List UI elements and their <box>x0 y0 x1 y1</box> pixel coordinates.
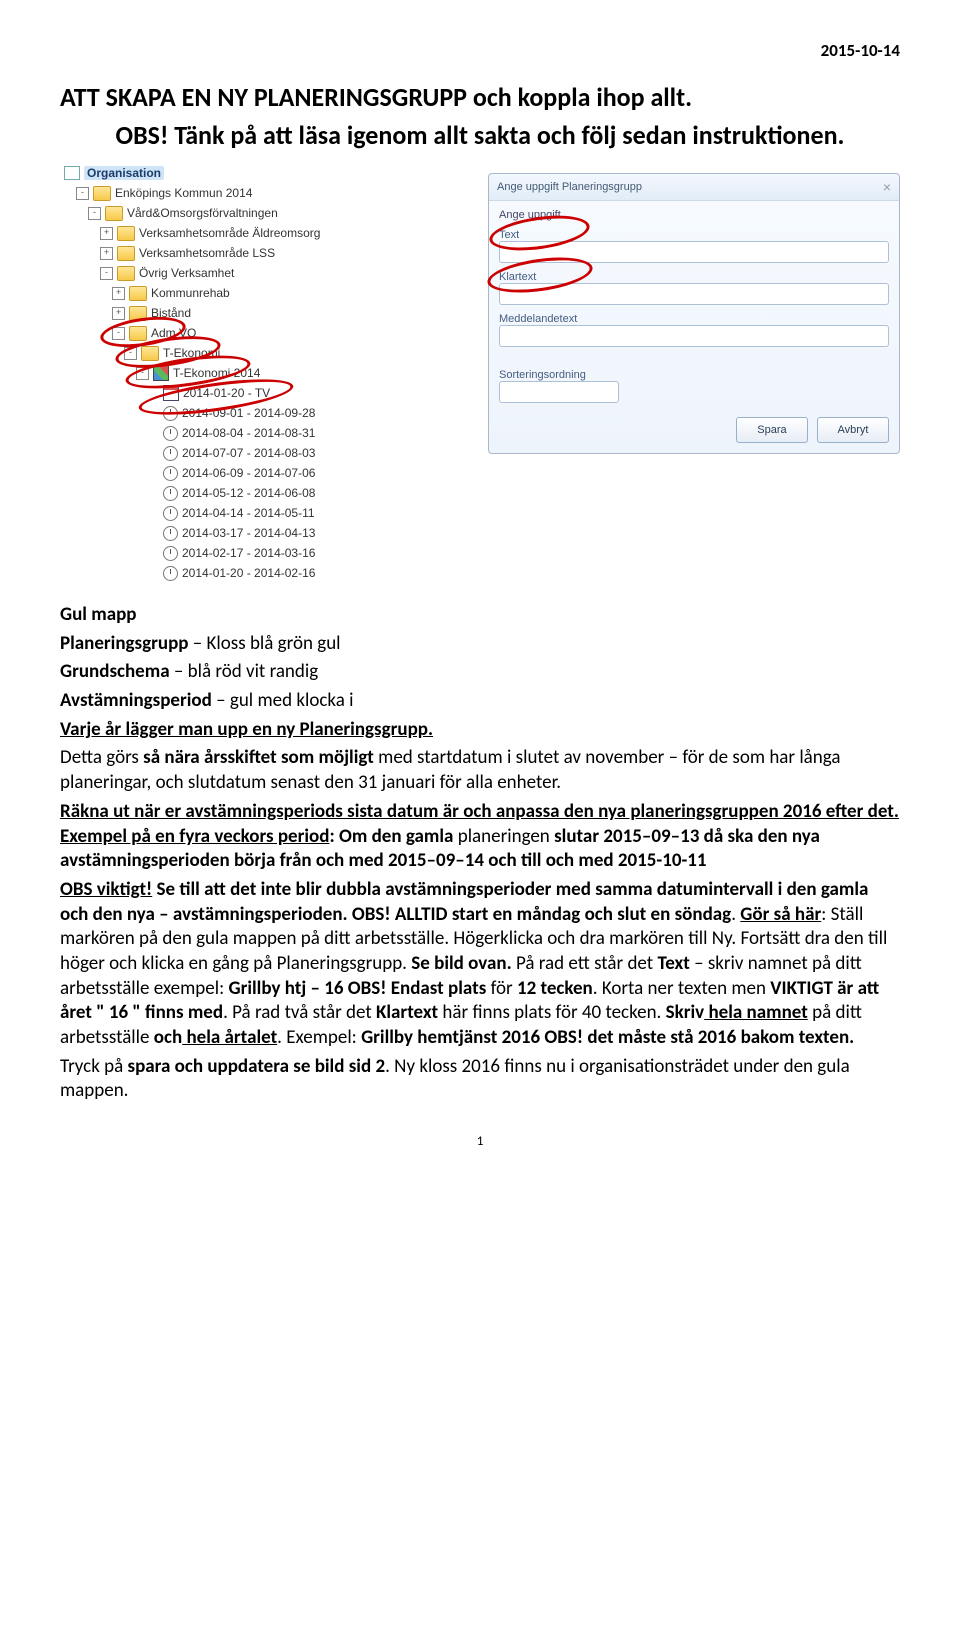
tree-root-label[interactable]: Organisation <box>84 166 164 180</box>
clock-icon <box>163 506 178 521</box>
field-label-meddelandetext: Meddelandetext <box>499 313 889 325</box>
expand-icon[interactable]: - <box>100 267 113 280</box>
tree-item[interactable]: Verksamhetsområde LSS <box>139 246 275 260</box>
tree-item[interactable]: Övrig Verksamhet <box>139 266 234 280</box>
panel-group-label: Ange uppgift <box>499 209 889 221</box>
properties-panel: Ange uppgift Planeringsgrupp × Ange uppg… <box>488 173 900 454</box>
field-label-sortering: Sorteringsordning <box>499 369 889 381</box>
expand-icon[interactable]: - <box>112 327 125 340</box>
clock-icon <box>163 526 178 541</box>
tree-item[interactable]: Adm VO <box>151 326 196 340</box>
tree-item[interactable]: 2014-02-17 - 2014-03-16 <box>182 546 315 560</box>
expand-icon[interactable]: + <box>100 247 113 260</box>
tree-item[interactable]: 2014-09-01 - 2014-09-28 <box>182 406 315 420</box>
clock-icon <box>163 566 178 581</box>
tree-item[interactable]: T-Ekonomi 2014 <box>173 366 260 380</box>
tree-item[interactable]: Verksamhetsområde Äldreomsorg <box>139 226 320 240</box>
clock-icon <box>163 426 178 441</box>
tree-item[interactable]: 2014-07-07 - 2014-08-03 <box>182 446 315 460</box>
klartext-input[interactable] <box>499 283 889 305</box>
tree-item[interactable]: Vård&Omsorgsförvaltningen <box>127 206 278 220</box>
folder-icon <box>129 286 147 301</box>
page-subheading: OBS! Tänk på att läsa igenom allt sakta … <box>60 119 900 151</box>
save-button[interactable]: Spara <box>736 417 808 443</box>
panel-title: Ange uppgift Planeringsgrupp <box>497 181 642 193</box>
tree-item[interactable]: T-Ekonomi <box>163 346 220 360</box>
clock-icon <box>163 446 178 461</box>
tree-item[interactable]: 2014-06-09 - 2014-07-06 <box>182 466 315 480</box>
leaf-spacer <box>148 388 159 399</box>
clock-icon <box>163 546 178 561</box>
tree-item[interactable]: 2014-04-14 - 2014-05-11 <box>182 506 315 520</box>
clock-icon <box>163 466 178 481</box>
tree-item[interactable]: Bistånd <box>151 306 191 320</box>
tree-item[interactable]: 2014-01-20 - 2014-02-16 <box>182 566 315 580</box>
figure-row: Organisation - Enköpings Kommun 2014 - V… <box>60 163 900 583</box>
field-label-text: Text <box>499 229 889 241</box>
tree-item[interactable]: 2014-08-04 - 2014-08-31 <box>182 426 315 440</box>
tree-item[interactable]: 2014-03-17 - 2014-04-13 <box>182 526 315 540</box>
body-text: Gul mapp Planeringsgrupp – Kloss blå grö… <box>60 603 900 1104</box>
folder-icon <box>129 306 147 321</box>
org-tree: Organisation - Enköpings Kommun 2014 - V… <box>60 163 404 583</box>
tree-item[interactable]: Kommunrehab <box>151 286 230 300</box>
text-input[interactable] <box>499 241 889 263</box>
page-number: 1 <box>60 1134 900 1149</box>
field-label-klartext: Klartext <box>499 271 889 283</box>
folder-icon <box>93 186 111 201</box>
tree-root-icon <box>64 166 80 180</box>
clock-icon <box>163 486 178 501</box>
expand-icon[interactable]: - <box>88 207 101 220</box>
expand-icon[interactable]: - <box>136 367 149 380</box>
expand-icon[interactable]: - <box>76 187 89 200</box>
sortering-input[interactable] <box>499 381 619 403</box>
clock-icon <box>163 406 178 421</box>
folder-icon <box>117 226 135 241</box>
expand-icon[interactable]: - <box>124 347 137 360</box>
folder-icon <box>105 206 123 221</box>
calendar-icon <box>163 385 179 401</box>
folder-icon <box>141 346 159 361</box>
meddelandetext-input[interactable] <box>499 325 889 347</box>
tree-item[interactable]: 2014-05-12 - 2014-06-08 <box>182 486 315 500</box>
cancel-button[interactable]: Avbryt <box>817 417 889 443</box>
folder-icon <box>129 326 147 341</box>
expand-icon[interactable]: + <box>100 227 113 240</box>
folder-icon <box>117 246 135 261</box>
close-icon[interactable]: × <box>883 179 891 195</box>
expand-icon[interactable]: + <box>112 307 125 320</box>
folder-icon <box>117 266 135 281</box>
expand-icon[interactable]: + <box>112 287 125 300</box>
document-date: 2015-10-14 <box>60 40 900 61</box>
page-title: ATT SKAPA EN NY PLANERINGSGRUPP och kopp… <box>60 81 900 113</box>
tree-item[interactable]: 2014-01-20 - TV <box>183 386 270 400</box>
cube-icon <box>153 365 169 381</box>
tree-item[interactable]: Enköpings Kommun 2014 <box>115 186 252 200</box>
